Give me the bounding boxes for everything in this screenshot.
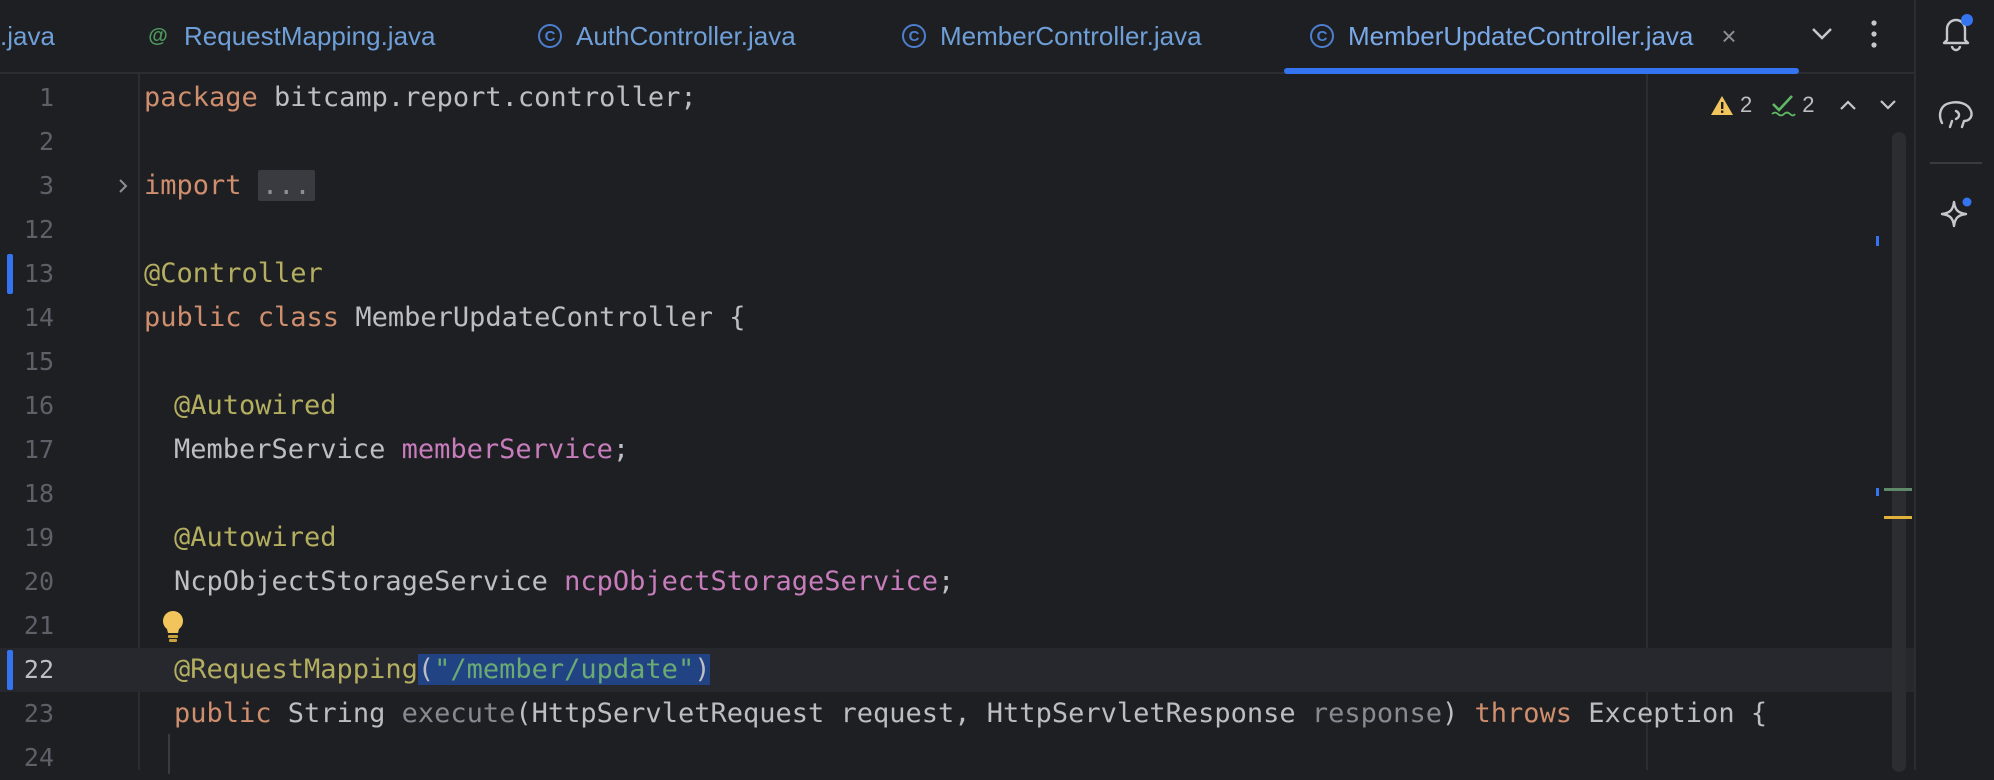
weak-warning-stripe-mark[interactable] xyxy=(1884,488,1912,491)
line-number: 14 xyxy=(23,303,54,332)
line-number: 15 xyxy=(23,347,54,376)
ai-assistant-sparkle-icon[interactable] xyxy=(1934,192,1978,236)
code-editor[interactable]: 1 package bitcamp.report.controller; 2 3… xyxy=(0,74,1914,774)
line-code: @Controller xyxy=(144,258,323,289)
database-elephant-icon[interactable] xyxy=(1934,92,1978,136)
weak-warnings-count: 2 xyxy=(1802,92,1815,117)
tab-partial-java[interactable]: .java xyxy=(0,0,55,72)
code-line[interactable]: 1 package bitcamp.report.controller; xyxy=(0,76,1914,120)
code-line[interactable]: 14 public class MemberUpdateController { xyxy=(0,296,1914,340)
line-number: 12 xyxy=(23,215,54,244)
line-number: 21 xyxy=(23,611,54,640)
class-icon: C xyxy=(1310,24,1334,48)
tab-label: MemberController.java xyxy=(940,20,1202,51)
line-number: 2 xyxy=(38,127,54,156)
code-line[interactable]: 21 xyxy=(0,604,1914,648)
warning-stripe-mark[interactable] xyxy=(1884,516,1912,519)
folded-imports[interactable]: ... xyxy=(257,170,315,201)
line-number: 20 xyxy=(23,567,54,596)
line-number: 22 xyxy=(23,655,54,684)
weak-warnings-counter[interactable]: 2 xyxy=(1770,92,1815,118)
tab-member-controller[interactable]: C MemberController.java xyxy=(902,0,1202,72)
tab-label: MemberUpdateController.java xyxy=(1348,20,1694,51)
tab-auth-controller[interactable]: C AuthController.java xyxy=(538,0,796,72)
line-code: import ... xyxy=(144,164,315,208)
tab-label: .java xyxy=(0,20,55,51)
code-line[interactable]: 18 xyxy=(0,472,1914,516)
line-number: 1 xyxy=(38,83,54,112)
tab-member-update-controller[interactable]: C MemberUpdateController.java × xyxy=(1284,0,1799,74)
line-code: public class MemberUpdateController { xyxy=(144,302,746,333)
code-line[interactable]: 2 xyxy=(0,120,1914,164)
right-tool-window-bar xyxy=(1914,0,1994,770)
line-number: 24 xyxy=(23,743,54,772)
warnings-count: 2 xyxy=(1740,92,1753,117)
tab-label: RequestMapping.java xyxy=(184,20,436,51)
tab-label: AuthController.java xyxy=(576,20,796,51)
line-code: @Autowired xyxy=(174,390,337,421)
line-code: package bitcamp.report.controller; xyxy=(144,82,697,113)
code-line[interactable]: 15 xyxy=(0,340,1914,384)
more-options-icon[interactable] xyxy=(1854,14,1894,54)
line-code: @RequestMapping("/member/update") xyxy=(174,654,711,685)
code-line[interactable]: 13 @Controller xyxy=(0,252,1914,296)
indent-guide xyxy=(168,734,170,774)
code-line[interactable]: 19 @Autowired xyxy=(0,516,1914,560)
class-icon: C xyxy=(538,24,562,48)
code-line[interactable]: 16 @Autowired xyxy=(0,384,1914,428)
warning-triangle-icon xyxy=(1711,96,1733,115)
typo-check-icon xyxy=(1771,95,1796,117)
line-number: 13 xyxy=(23,259,54,288)
line-number: 18 xyxy=(23,479,54,508)
warnings-counter[interactable]: 2 xyxy=(1710,92,1752,118)
tool-separator xyxy=(1930,162,1982,164)
code-line-current[interactable]: 22 @RequestMapping("/member/update") xyxy=(0,648,1914,692)
line-code: public String execute(HttpServletRequest… xyxy=(174,698,1768,729)
code-line[interactable]: 24 xyxy=(0,736,1914,780)
change-stripe-mark[interactable] xyxy=(1876,236,1879,246)
notifications-bell-icon[interactable] xyxy=(1934,10,1978,54)
line-code: MemberService memberService; xyxy=(174,434,630,465)
code-line[interactable]: 20 NcpObjectStorageService ncpObjectStor… xyxy=(0,560,1914,604)
code-line[interactable]: 23 public String execute(HttpServletRequ… xyxy=(0,692,1914,736)
annotation-icon: @ xyxy=(148,24,168,47)
previous-problem-chevron-up-icon[interactable] xyxy=(1839,99,1857,111)
line-number: 3 xyxy=(38,171,54,200)
vertical-scrollbar[interactable] xyxy=(1892,132,1906,772)
editor-tab-bar: .java @ RequestMapping.java C AuthContro… xyxy=(0,0,1914,74)
class-icon: C xyxy=(902,24,926,48)
line-number: 19 xyxy=(23,523,54,552)
line-number: 23 xyxy=(23,699,54,728)
inspection-widget[interactable]: 2 2 xyxy=(1710,88,1897,122)
code-line[interactable]: 3 import ... xyxy=(0,164,1914,208)
line-code: NcpObjectStorageService ncpObjectStorage… xyxy=(174,566,955,597)
tab-list-chevron-down-icon[interactable] xyxy=(1802,14,1842,54)
code-line[interactable]: 12 xyxy=(0,208,1914,252)
line-number: 16 xyxy=(23,391,54,420)
line-code: @Autowired xyxy=(174,522,337,553)
change-stripe-mark[interactable] xyxy=(1876,488,1879,496)
next-problem-chevron-down-icon[interactable] xyxy=(1879,99,1897,111)
tab-request-mapping[interactable]: @ RequestMapping.java xyxy=(146,0,436,72)
code-line[interactable]: 17 MemberService memberService; xyxy=(0,428,1914,472)
close-tab-icon[interactable]: × xyxy=(1721,21,1736,52)
line-number: 17 xyxy=(23,435,54,464)
